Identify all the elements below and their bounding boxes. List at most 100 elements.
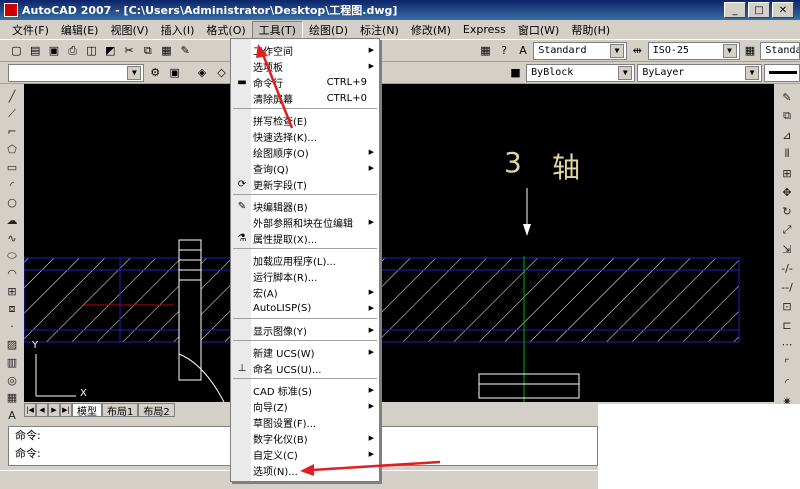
- offset-icon[interactable]: ⫴: [778, 145, 796, 163]
- menu-insert[interactable]: 插入(I): [155, 21, 201, 39]
- point-icon[interactable]: ·: [3, 319, 21, 336]
- preview-icon[interactable]: ◫: [83, 42, 100, 60]
- lineweight-select[interactable]: [764, 63, 800, 82]
- erase-icon[interactable]: ✎: [778, 88, 796, 106]
- autocad-app-icon[interactable]: [4, 3, 18, 17]
- copy-icon[interactable]: ⧉: [139, 42, 156, 60]
- region-icon[interactable]: ◎: [3, 372, 21, 389]
- menu-item-quick-select[interactable]: 快速选择(K)...: [231, 128, 379, 144]
- layer-previous-icon[interactable]: ▣: [166, 64, 184, 82]
- publish-icon[interactable]: ◩: [102, 42, 119, 60]
- color-select[interactable]: ByBlock ▼: [526, 63, 636, 82]
- menu-window[interactable]: 窗口(W): [512, 21, 565, 39]
- menu-item-named-ucs[interactable]: ⊥ 命名 UCS(U)...: [231, 360, 379, 376]
- menu-item-new-ucs[interactable]: 新建 UCS(W) ▶: [231, 344, 379, 360]
- menu-dimension[interactable]: 标注(N): [354, 21, 405, 39]
- menu-draw[interactable]: 绘图(D): [303, 21, 354, 39]
- mirror-icon[interactable]: ⊿: [778, 126, 796, 144]
- print-icon[interactable]: ⎙: [64, 42, 81, 60]
- insert-block-icon[interactable]: ⊞: [3, 283, 21, 300]
- menu-item-display-image[interactable]: 显示图像(Y) ▶: [231, 322, 379, 338]
- mtext-icon[interactable]: A: [3, 407, 21, 424]
- calculator-icon[interactable]: ▦: [477, 42, 494, 60]
- menu-help[interactable]: 帮助(H): [565, 21, 616, 39]
- layer-select[interactable]: ▼: [8, 63, 145, 82]
- tab-layout2[interactable]: 布局2: [138, 403, 175, 418]
- menu-modify[interactable]: 修改(M): [405, 21, 457, 39]
- stretch-icon[interactable]: ⇲: [778, 240, 796, 258]
- linetype-select[interactable]: ByLayer ▼: [637, 63, 763, 82]
- table-icon[interactable]: ▦: [3, 389, 21, 406]
- menu-item-spell-check[interactable]: 拼写检查(E): [231, 112, 379, 128]
- menu-item-clean-screen[interactable]: 清除屏幕 CTRL+0: [231, 90, 379, 106]
- make-block-icon[interactable]: ⧈: [3, 301, 21, 318]
- construction-line-icon[interactable]: ⟋: [3, 106, 21, 123]
- menu-item-workspace[interactable]: 工作空间 ▶: [231, 42, 379, 58]
- join-icon[interactable]: ⋯: [778, 335, 796, 353]
- dim-style-select[interactable]: ISO-25 ▼: [647, 41, 740, 60]
- menu-item-drafting-settings[interactable]: 草图设置(F)...: [231, 414, 379, 430]
- maximize-button[interactable]: □: [748, 2, 770, 18]
- rectangle-icon[interactable]: ▭: [3, 159, 21, 176]
- line-icon[interactable]: ╱: [3, 88, 21, 105]
- text-style-select[interactable]: Standard ▼: [533, 41, 628, 60]
- tab-first-icon[interactable]: |◀: [24, 403, 36, 417]
- tab-prev-icon[interactable]: ◀: [36, 403, 48, 417]
- tab-last-icon[interactable]: ▶|: [60, 403, 72, 417]
- cut-icon[interactable]: ✂: [121, 42, 138, 60]
- menu-tools[interactable]: 工具(T): [251, 20, 303, 39]
- menu-express[interactable]: Express: [457, 21, 512, 39]
- match-properties-icon[interactable]: ✎: [177, 42, 194, 60]
- rotate-icon[interactable]: ↻: [778, 202, 796, 220]
- new-file-icon[interactable]: ▢: [8, 42, 25, 60]
- menu-item-wizards[interactable]: 向导(Z) ▶: [231, 398, 379, 414]
- menu-view[interactable]: 视图(V): [104, 21, 154, 39]
- ellipse-icon[interactable]: ⬭: [3, 248, 21, 265]
- revision-cloud-icon[interactable]: ☁: [3, 212, 21, 229]
- menu-item-cad-standards[interactable]: CAD 标准(S) ▶: [231, 382, 379, 398]
- extend-icon[interactable]: --/: [778, 278, 796, 296]
- save-icon[interactable]: ▣: [46, 42, 63, 60]
- make-current-icon[interactable]: ◇: [213, 64, 231, 82]
- menu-format[interactable]: 格式(O): [200, 21, 251, 39]
- arc-icon[interactable]: ◜: [3, 177, 21, 194]
- help-icon[interactable]: ?: [496, 42, 513, 60]
- table-style-select[interactable]: Standard: [760, 41, 800, 60]
- menu-item-draw-order[interactable]: 绘图顺序(O) ▶: [231, 144, 379, 160]
- menu-item-xref-inplace-edit[interactable]: 外部参照和块在位编辑 ▶: [231, 214, 379, 230]
- break-icon[interactable]: ⊏: [778, 316, 796, 334]
- close-button[interactable]: ✕: [772, 2, 794, 18]
- hatch-icon[interactable]: ▨: [3, 336, 21, 353]
- menu-item-update-fields[interactable]: ⟳ 更新字段(T): [231, 176, 379, 192]
- ellipse-arc-icon[interactable]: ◠: [3, 265, 21, 282]
- spline-icon[interactable]: ∿: [3, 230, 21, 247]
- menu-item-customize[interactable]: 自定义(C) ▶: [231, 446, 379, 462]
- gradient-icon[interactable]: ▥: [3, 354, 21, 371]
- menu-item-attribute-extraction[interactable]: ⚗ 属性提取(X)...: [231, 230, 379, 246]
- menu-item-tablet[interactable]: 数字化仪(B) ▶: [231, 430, 379, 446]
- paste-icon[interactable]: ▦: [158, 42, 175, 60]
- menu-item-palettes[interactable]: 选项板 ▶: [231, 58, 379, 74]
- minimize-button[interactable]: _: [724, 2, 746, 18]
- chamfer-icon[interactable]: ⌜: [778, 354, 796, 372]
- scale-icon[interactable]: ⤢: [778, 221, 796, 239]
- menu-item-run-script[interactable]: 运行脚本(R)...: [231, 268, 379, 284]
- menu-item-command-line[interactable]: ▬ 命令行 CTRL+9: [231, 74, 379, 90]
- menu-item-autolisp[interactable]: AutoLISP(S) ▶: [231, 300, 379, 316]
- menu-file[interactable]: 文件(F): [6, 21, 55, 39]
- menu-item-options[interactable]: 选项(N)...: [231, 462, 379, 478]
- menu-edit[interactable]: 编辑(E): [55, 21, 105, 39]
- polygon-icon[interactable]: ⬠: [3, 141, 21, 158]
- copy-object-icon[interactable]: ⧉: [778, 107, 796, 125]
- menu-item-macro[interactable]: 宏(A) ▶: [231, 284, 379, 300]
- open-file-icon[interactable]: ▤: [27, 42, 44, 60]
- break-at-point-icon[interactable]: ⊡: [778, 297, 796, 315]
- layer-state-icon[interactable]: ⚙: [146, 64, 164, 82]
- layer-manager-icon[interactable]: ◈: [193, 64, 211, 82]
- menu-item-block-editor[interactable]: ✎ 块编辑器(B): [231, 198, 379, 214]
- tab-layout1[interactable]: 布局1: [102, 403, 139, 418]
- trim-icon[interactable]: -/-: [778, 259, 796, 277]
- fillet-icon[interactable]: ◜: [778, 373, 796, 391]
- circle-icon[interactable]: ○: [3, 194, 21, 211]
- menu-item-load-application[interactable]: 加载应用程序(L)...: [231, 252, 379, 268]
